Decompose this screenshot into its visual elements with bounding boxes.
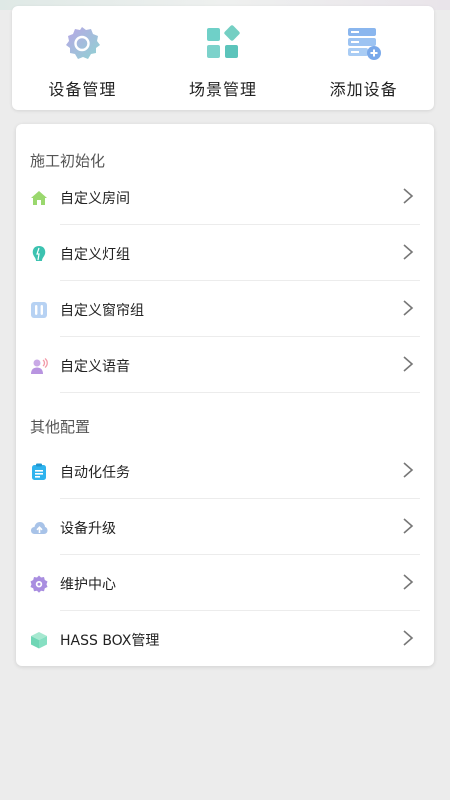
gear-icon bbox=[66, 27, 101, 59]
task-list-icon bbox=[32, 463, 46, 480]
cloud-upload-icon bbox=[31, 522, 48, 534]
add-device-button[interactable]: 添加设备 bbox=[293, 6, 434, 110]
menu-item-custom-room[interactable]: 自定义房间 bbox=[16, 169, 434, 225]
menu-item-maintenance-center[interactable]: 维护中心 bbox=[16, 555, 434, 611]
settings-menu-card: 施工初始化 自定义房间 自定义灯组 自定义窗帘组 自定义语音 其他配置 自动化任… bbox=[16, 124, 434, 666]
menu-item-custom-curtain-group[interactable]: 自定义窗帘组 bbox=[16, 281, 434, 337]
house-icon bbox=[31, 191, 47, 205]
section-title-other-config: 其他配置 bbox=[30, 418, 91, 436]
menu-item-label: 维护中心 bbox=[60, 577, 116, 593]
section-title-construction-init: 施工初始化 bbox=[30, 152, 106, 170]
quick-action-label: 设备管理 bbox=[48, 80, 117, 99]
curtain-icon bbox=[31, 302, 47, 318]
chevron-right-icon bbox=[403, 244, 414, 260]
server-add-icon bbox=[347, 28, 381, 60]
menu-item-custom-light-group[interactable]: 自定义灯组 bbox=[16, 225, 434, 281]
menu-item-automation-tasks[interactable]: 自动化任务 bbox=[16, 443, 434, 499]
quick-action-label: 添加设备 bbox=[329, 80, 398, 99]
menu-item-label: 自定义窗帘组 bbox=[60, 303, 144, 319]
menu-item-label: 自定义灯组 bbox=[60, 247, 130, 263]
menu-item-label: HASS BOX管理 bbox=[60, 633, 160, 649]
chevron-right-icon bbox=[403, 574, 414, 590]
bulb-icon bbox=[32, 246, 46, 261]
maintenance-gear-icon bbox=[30, 575, 48, 593]
chevron-right-icon bbox=[403, 462, 414, 478]
menu-item-custom-voice[interactable]: 自定义语音 bbox=[16, 337, 434, 393]
box-icon bbox=[31, 632, 47, 649]
menu-item-label: 自动化任务 bbox=[60, 465, 130, 481]
device-management-button[interactable]: 设备管理 bbox=[12, 6, 153, 110]
menu-item-label: 自定义房间 bbox=[60, 191, 130, 207]
grid-blocks-icon bbox=[207, 25, 240, 58]
scene-management-button[interactable]: 场景管理 bbox=[153, 6, 294, 110]
menu-item-label: 自定义语音 bbox=[60, 359, 130, 375]
menu-item-label: 设备升级 bbox=[60, 521, 116, 537]
voice-person-icon bbox=[31, 358, 48, 374]
menu-item-hass-box-management[interactable]: HASS BOX管理 bbox=[16, 611, 434, 667]
chevron-right-icon bbox=[403, 356, 414, 372]
row-divider bbox=[60, 392, 420, 393]
chevron-right-icon bbox=[403, 518, 414, 534]
chevron-right-icon bbox=[403, 300, 414, 316]
chevron-right-icon bbox=[403, 630, 414, 646]
chevron-right-icon bbox=[403, 188, 414, 204]
quick-actions-card: 设备管理 场景管理 添加设备 bbox=[12, 6, 434, 110]
quick-action-label: 场景管理 bbox=[189, 80, 258, 99]
menu-item-device-upgrade[interactable]: 设备升级 bbox=[16, 499, 434, 555]
